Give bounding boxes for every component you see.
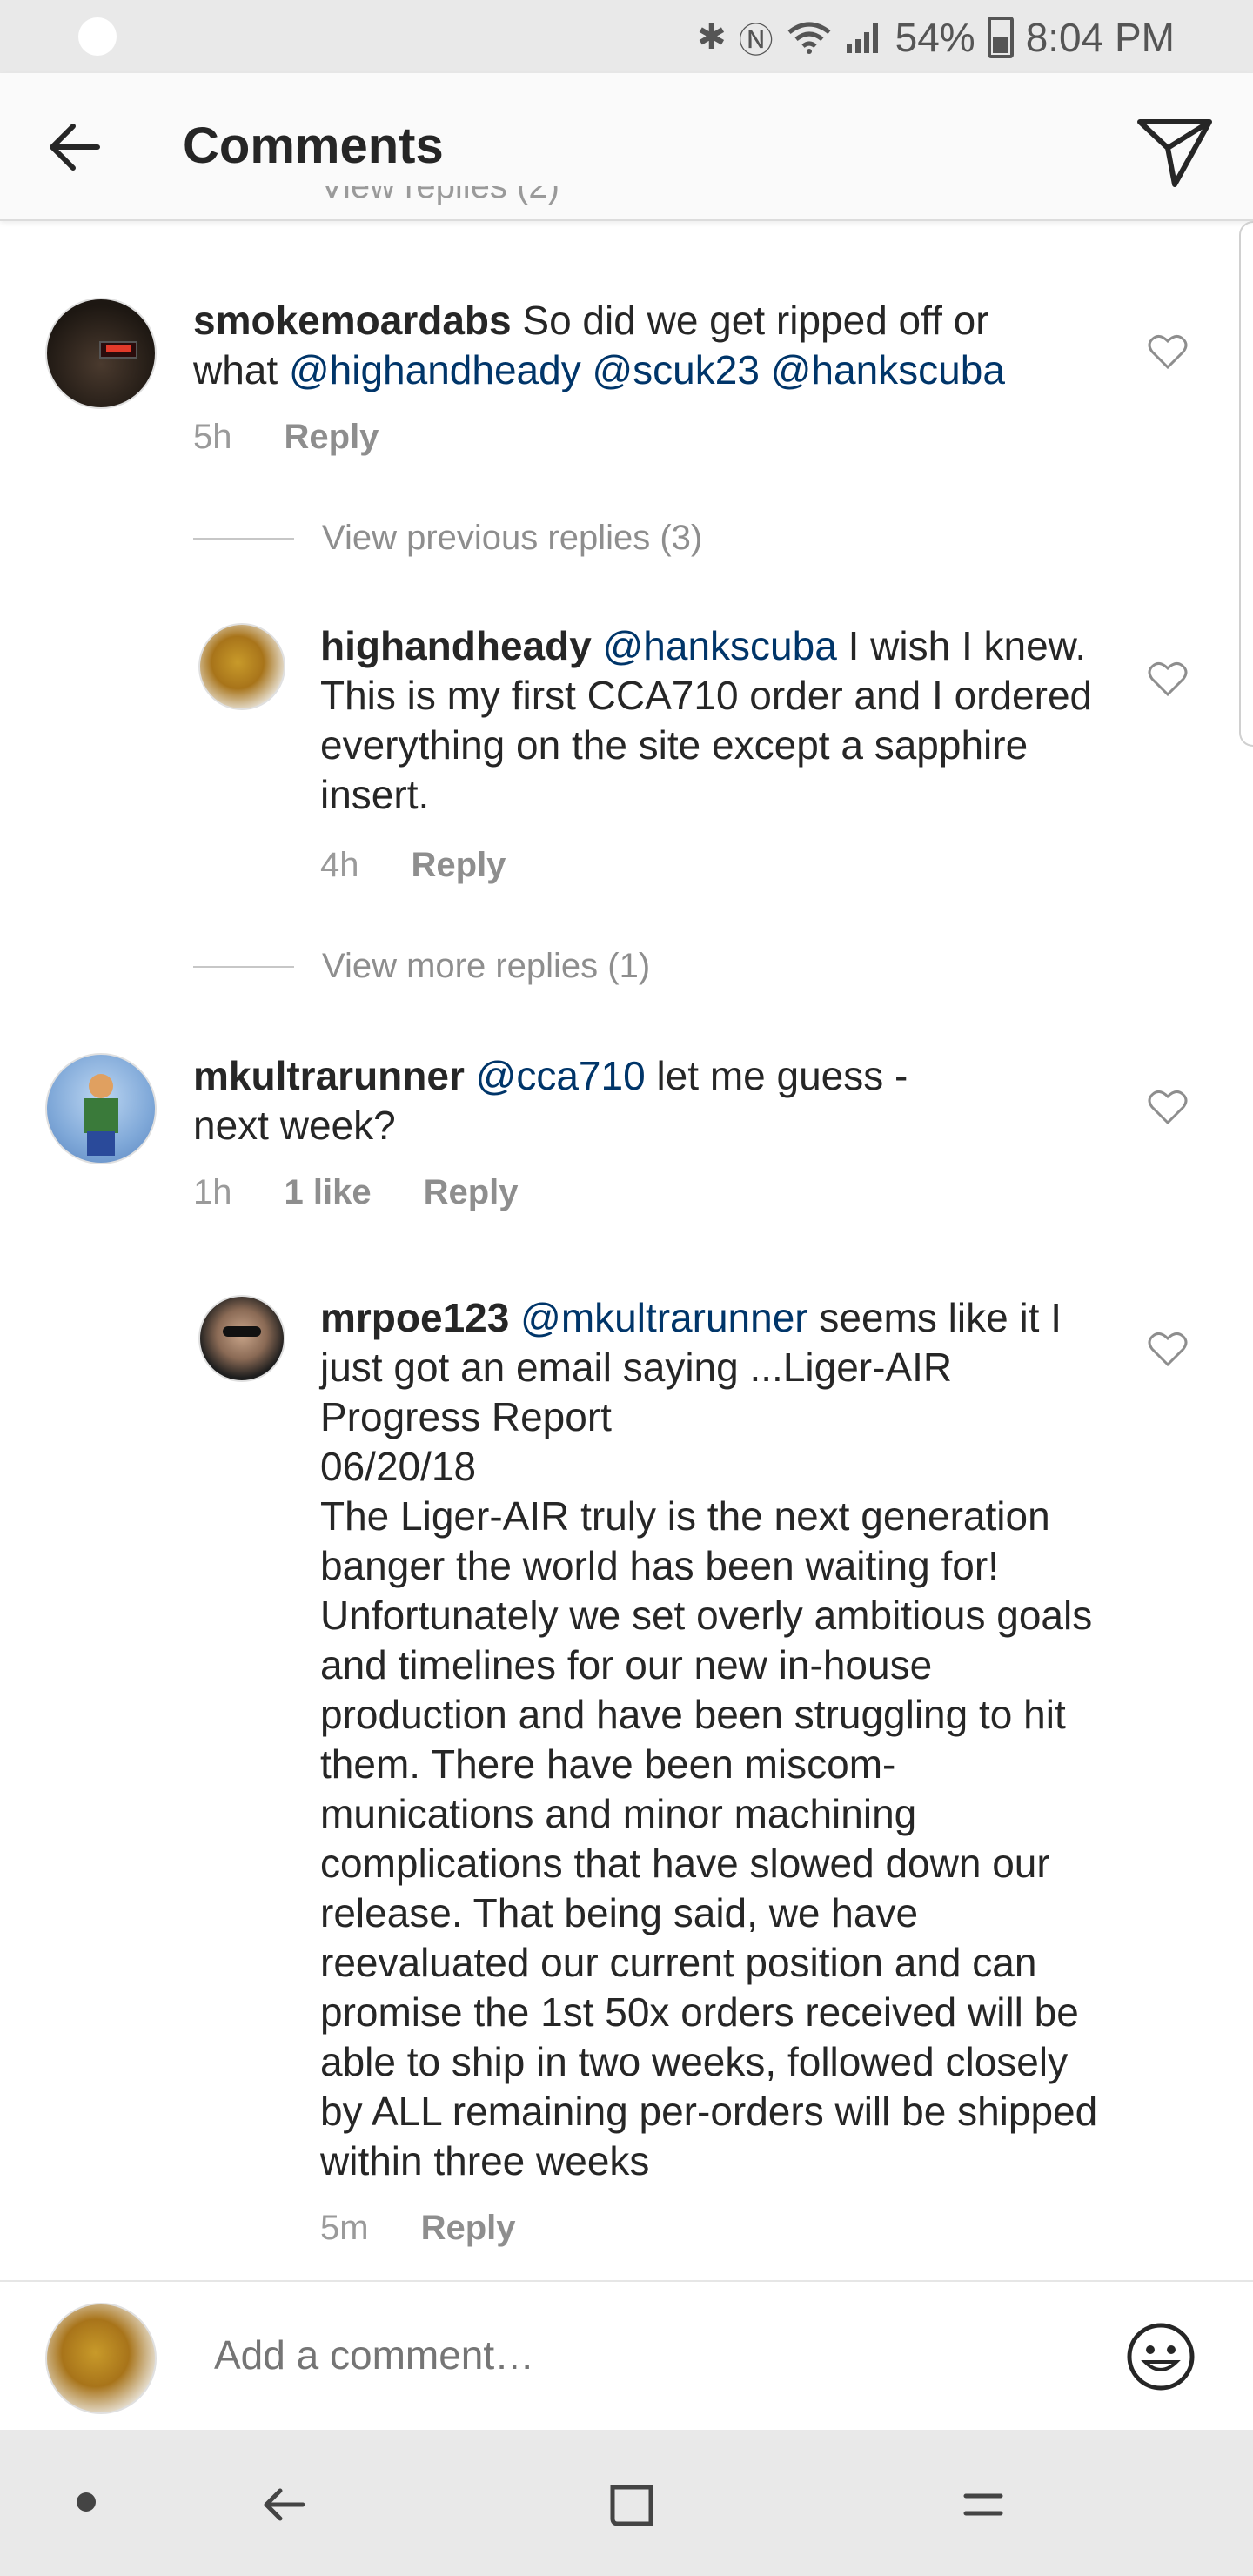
- likes-count[interactable]: 1 like: [285, 1173, 372, 1212]
- reply-button[interactable]: Reply: [421, 2209, 516, 2248]
- view-replies-link[interactable]: View replies (2): [320, 186, 559, 218]
- nav-home-icon[interactable]: [597, 2470, 667, 2539]
- comment-input[interactable]: [212, 2331, 1086, 2379]
- avatar[interactable]: [45, 1053, 157, 1164]
- timestamp: 5h: [193, 418, 232, 456]
- mention-link[interactable]: @mkultrarunner: [520, 1295, 807, 1340]
- reply-button[interactable]: Reply: [285, 418, 379, 457]
- back-arrow-icon[interactable]: [35, 108, 113, 186]
- nfc-icon: Ⓝ: [738, 22, 774, 60]
- comment-text: smokemoardabs So did we get ripped off o…: [193, 298, 1005, 392]
- scroll-indicator: [1239, 221, 1253, 747]
- clock: 8:04 PM: [1025, 15, 1175, 60]
- reply-button[interactable]: Reply: [412, 846, 506, 885]
- signal-icon: [846, 23, 878, 53]
- status-icons: ✱ Ⓝ 54% 8:04 PM: [697, 7, 1175, 68]
- view-previous-replies[interactable]: View previous replies (3): [193, 519, 702, 558]
- page-title: Comments: [183, 117, 444, 174]
- comment-composer: [0, 2280, 1253, 2432]
- comment-meta: 5h Reply: [193, 418, 379, 457]
- avatar[interactable]: [198, 1295, 285, 1382]
- nav-dot-icon[interactable]: [77, 2492, 96, 2512]
- mention-link[interactable]: @highandheady: [289, 347, 581, 392]
- bluetooth-icon: ✱: [697, 18, 727, 57]
- timestamp: 1h: [193, 1173, 232, 1211]
- comment-text: highandheady @hankscuba I wish I knew. T…: [320, 623, 1093, 817]
- status-bar: ✱ Ⓝ 54% 8:04 PM: [0, 0, 1253, 73]
- mention-link[interactable]: @hankscuba: [603, 623, 837, 668]
- username[interactable]: highandheady: [320, 623, 592, 668]
- nav-back-icon[interactable]: [251, 2470, 320, 2539]
- paper-plane-icon[interactable]: [1131, 106, 1218, 193]
- current-user-avatar: [45, 2303, 157, 2414]
- comment-meta: 4h Reply: [320, 846, 506, 885]
- mention-link[interactable]: @hankscuba: [771, 347, 1005, 392]
- battery-icon: [987, 17, 1014, 58]
- wifi-icon: [787, 22, 831, 54]
- avatar[interactable]: [198, 623, 285, 710]
- battery-percent: 54%: [895, 15, 975, 60]
- nav-recent-apps-icon[interactable]: [948, 2470, 1018, 2539]
- comment-text: mrpoe123 @mkultrarunner seems like it I …: [320, 1295, 1098, 2184]
- username[interactable]: mkultrarunner: [193, 1053, 465, 1098]
- timestamp: 4h: [320, 846, 359, 884]
- comment-meta: 1h 1 like Reply: [193, 1173, 519, 1212]
- heart-icon[interactable]: [1147, 332, 1189, 371]
- heart-icon[interactable]: [1147, 1088, 1189, 1126]
- avatar[interactable]: [45, 298, 157, 409]
- divider-line: [193, 537, 294, 540]
- reply-button[interactable]: Reply: [424, 1173, 519, 1212]
- app-header: Comments: [0, 73, 1253, 221]
- system-nav-bar: [0, 2430, 1253, 2576]
- mention-link[interactable]: @scuk23: [592, 347, 759, 392]
- divider-line: [193, 965, 294, 968]
- mention-link[interactable]: @cca710: [476, 1053, 646, 1098]
- notification-dot-icon: [78, 17, 117, 56]
- heart-icon[interactable]: [1147, 660, 1189, 698]
- username[interactable]: mrpoe123: [320, 1295, 509, 1340]
- comment-meta: 5m Reply: [320, 2209, 516, 2248]
- heart-icon[interactable]: [1147, 1330, 1189, 1368]
- view-more-replies[interactable]: View more replies (1): [193, 947, 650, 986]
- comment-text: mkultrarunner @cca710 let me guess - nex…: [193, 1053, 908, 1148]
- username[interactable]: smokemoardabs: [193, 298, 512, 343]
- timestamp: 5m: [320, 2209, 369, 2247]
- smiley-face-icon[interactable]: [1124, 2320, 1197, 2393]
